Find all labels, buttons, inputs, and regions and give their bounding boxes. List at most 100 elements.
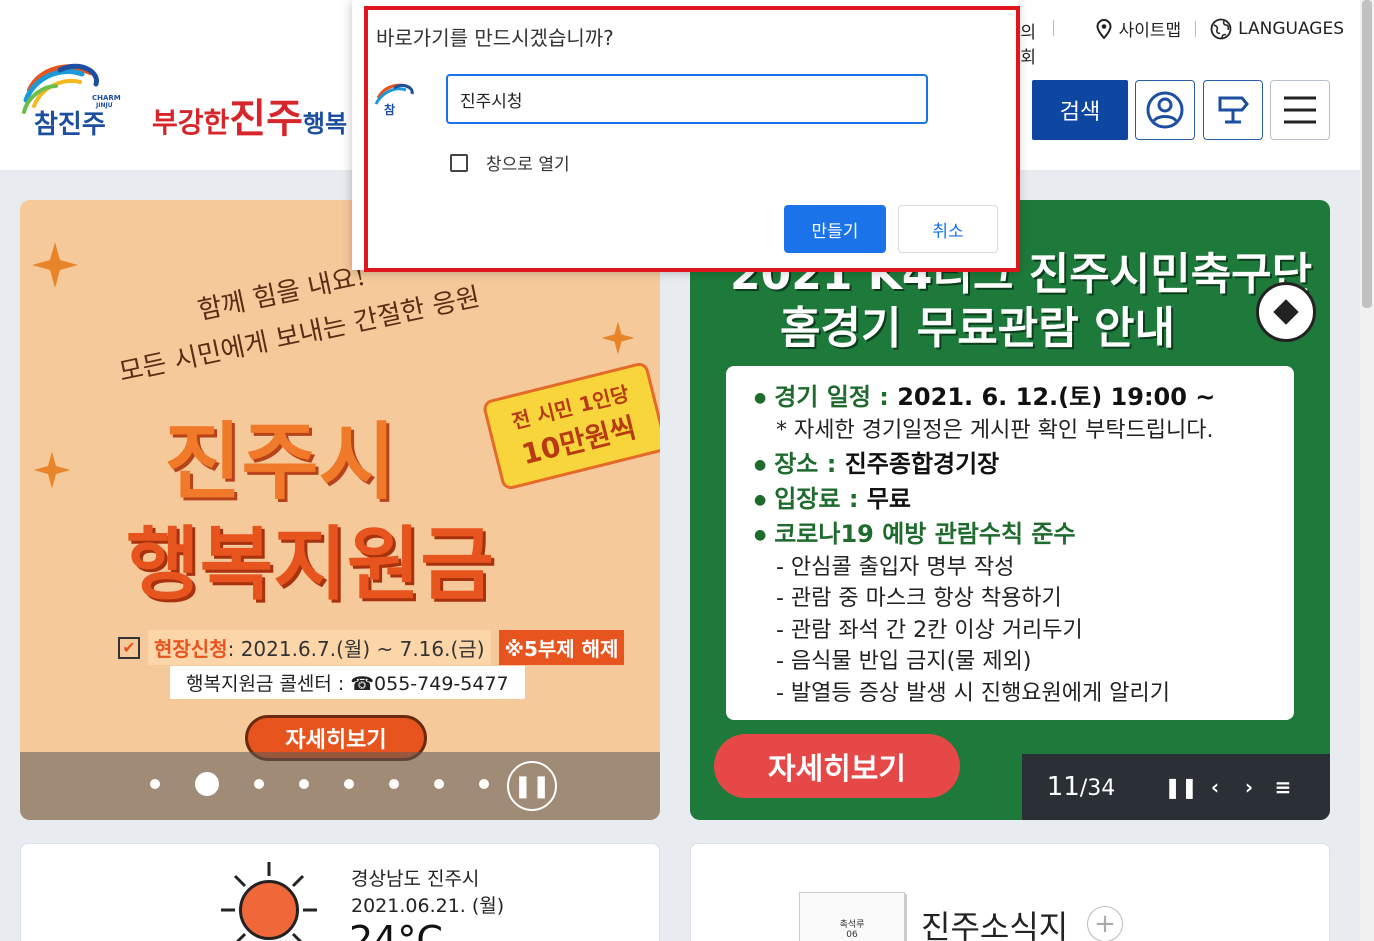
football-banner[interactable]: 2021 K4리그 진주시민축구단 홈경기 무료관람 안내 경기 일정 : 20… — [690, 200, 1330, 820]
slogan: 부강한진주행복 — [152, 86, 352, 144]
weather-card: 경상남도 진주시 2021.06.21. (월) 24°C — [20, 843, 660, 941]
thumb-sub: 06 — [846, 930, 858, 940]
open-as-window-option[interactable]: 창으로 열기 — [450, 150, 570, 175]
site-favicon-icon: 참 — [374, 82, 428, 118]
jinju-logo-mark: CHARM JINJU 참진주 — [20, 60, 130, 140]
banner-title-city: 진주시 — [164, 413, 396, 511]
cancel-button[interactable]: 취소 — [898, 205, 998, 253]
soccer-ball-icon — [1256, 282, 1316, 342]
info-covid: 코로나19 예방 관람수칙 준수 — [754, 517, 1266, 552]
create-button[interactable]: 만들기 — [784, 205, 886, 253]
location-pin-icon — [1096, 18, 1112, 39]
carousel-dot[interactable] — [254, 779, 264, 789]
carousel-dot[interactable] — [389, 779, 399, 789]
pause-icon[interactable]: ❚❚ — [1164, 775, 1198, 799]
svg-text:참: 참 — [384, 102, 395, 117]
support-fund-banner[interactable]: 함께 힘을 내요! 모든 시민에게 보내는 간절한 응원 진주시 행복지원금 전… — [20, 200, 660, 820]
create-shortcut-dialog: 바로가기를 만드시겠습니까? 참 창으로 열기 만들기 취소 — [352, 0, 1018, 270]
sun-icon — [239, 880, 299, 940]
rule-item: - 관람 중 마스크 항상 착용하기 — [776, 586, 1062, 611]
pause-icon: ❚❚ — [513, 773, 551, 799]
slide-current: 11 — [1046, 772, 1080, 802]
call-center: 행복지원금 콜센터 : ☎055-749-5477 — [170, 666, 525, 699]
search-button[interactable]: 검색 — [1032, 80, 1128, 140]
signpost-icon — [1218, 96, 1249, 124]
chevron-right-icon[interactable]: › — [1232, 775, 1266, 799]
top-links: 의회 사이트맵 LANGUAGES — [1020, 16, 1344, 68]
info-value: 2021. 6. 12.(토) 19:00 ~ — [888, 383, 1216, 411]
apply-dates: : 2021.6.7.(월) ~ 7.16.(금) — [227, 637, 485, 661]
slide-controls: 11/34 ❚❚ ‹ › ≡ — [1022, 754, 1330, 820]
info-label: 경기 일정 : — [774, 383, 889, 411]
carousel-dot-active[interactable] — [195, 772, 219, 796]
info-label: 입장료 : — [774, 484, 859, 513]
banner-title-fund: 행복지원금 — [126, 518, 494, 611]
carousel-dot[interactable] — [479, 779, 489, 789]
info-note: * 자세한 경기일정은 게시판 확인 부탁드립니다. — [776, 418, 1214, 443]
sparkle-decoration-icon — [601, 321, 635, 355]
rule-item: - 안심콜 출입자 명부 작성 — [776, 554, 1015, 580]
user-icon — [1146, 91, 1184, 129]
rule-item: - 음식물 반입 금지(물 제외) — [776, 649, 1032, 674]
logo-charm-text: CHARM — [92, 94, 121, 102]
open-as-window-checkbox[interactable] — [450, 153, 468, 172]
slogan-main: 진주 — [229, 96, 303, 142]
plus-icon[interactable]: + — [1087, 906, 1123, 941]
carousel-dot[interactable] — [299, 779, 309, 789]
shortcut-name-input[interactable] — [446, 74, 928, 124]
carousel-dot[interactable] — [344, 779, 354, 789]
info-venue: 장소 : 진주종합경기장 — [754, 447, 1266, 482]
newsletter-title: 진주소식지 — [921, 908, 1069, 941]
login-button[interactable] — [1135, 80, 1195, 140]
banner-right-more-button[interactable]: 자세히보기 — [714, 734, 960, 798]
carousel-dot[interactable] — [434, 779, 444, 789]
newsletter-thumbnail[interactable]: 촉석루 06 — [799, 892, 905, 941]
list-icon[interactable]: ≡ — [1266, 775, 1300, 799]
info-fee: 입장료 : 무료 — [754, 482, 1266, 517]
apply-period: ✔ 현장신청: 2021.6.7.(월) ~ 7.16.(금) ※5부제 해제 — [118, 630, 625, 665]
scrollbar-thumb[interactable] — [1362, 0, 1372, 308]
banner-title-free: 홈경기 무료관람 안내 — [780, 303, 1175, 354]
sparkle-decoration-icon — [32, 242, 78, 288]
info-value: 진주종합경기장 — [836, 449, 1000, 478]
info-value: 무료 — [858, 484, 911, 513]
carousel-dot[interactable] — [150, 779, 160, 789]
pause-button[interactable]: ❚❚ — [507, 761, 557, 811]
slogan-prefix: 부강한 — [152, 106, 230, 139]
match-info-box: 경기 일정 : 2021. 6. 12.(토) 19:00 ~ * 자세한 경기… — [726, 366, 1294, 720]
slide-total: /34 — [1079, 776, 1116, 801]
languages-label: LANGUAGES — [1238, 18, 1344, 39]
open-as-window-label: 창으로 열기 — [486, 155, 570, 175]
dialog-title: 바로가기를 만드시겠습니까? — [376, 26, 614, 50]
divider — [1053, 20, 1054, 36]
globe-icon — [1210, 18, 1232, 39]
logo-chars: 참진주 — [34, 110, 106, 140]
site-logo[interactable]: CHARM JINJU 참진주 — [20, 60, 130, 140]
weather-temperature: 24°C — [349, 918, 443, 941]
rule-item: - 발열등 증상 발생 시 진행요원에게 알리기 — [776, 680, 1170, 706]
info-label: 장소 : — [774, 449, 837, 478]
slide-counter: 11/34 — [1022, 772, 1140, 802]
sitemap-label: 사이트맵 — [1118, 21, 1182, 41]
info-label: 코로나19 예방 관람수칙 준수 — [774, 519, 1076, 548]
page-scrollbar[interactable] — [1360, 0, 1374, 941]
info-schedule: 경기 일정 : 2021. 6. 12.(토) 19:00 ~ — [754, 380, 1266, 415]
divider — [1195, 20, 1197, 37]
carousel-dots — [150, 772, 489, 796]
carousel-controls: ❚❚ — [20, 752, 660, 820]
checkmark-icon: ✔ — [118, 636, 140, 659]
council-link[interactable]: 의회 — [1020, 18, 1036, 68]
weather-date: 2021.06.21. (월) — [351, 895, 505, 917]
signpost-button[interactable] — [1203, 80, 1263, 140]
languages-link[interactable]: LANGUAGES — [1210, 18, 1344, 40]
slogan-suffix: 행복 — [302, 110, 348, 138]
rule-item: - 관람 좌석 간 2칸 이상 거리두기 — [776, 617, 1083, 643]
apply-highlight: ※5부제 해제 — [498, 630, 625, 665]
sitemap-link[interactable]: 사이트맵 — [1095, 16, 1182, 41]
chevron-left-icon[interactable]: ‹ — [1198, 775, 1232, 799]
menu-button[interactable] — [1270, 80, 1330, 140]
newsletter-card[interactable]: 촉석루 06 진주소식지 + — [690, 843, 1330, 941]
hamburger-icon — [1284, 96, 1316, 124]
apply-label: 현장신청 — [154, 637, 228, 661]
thumb-text: 촉석루 — [839, 920, 865, 930]
